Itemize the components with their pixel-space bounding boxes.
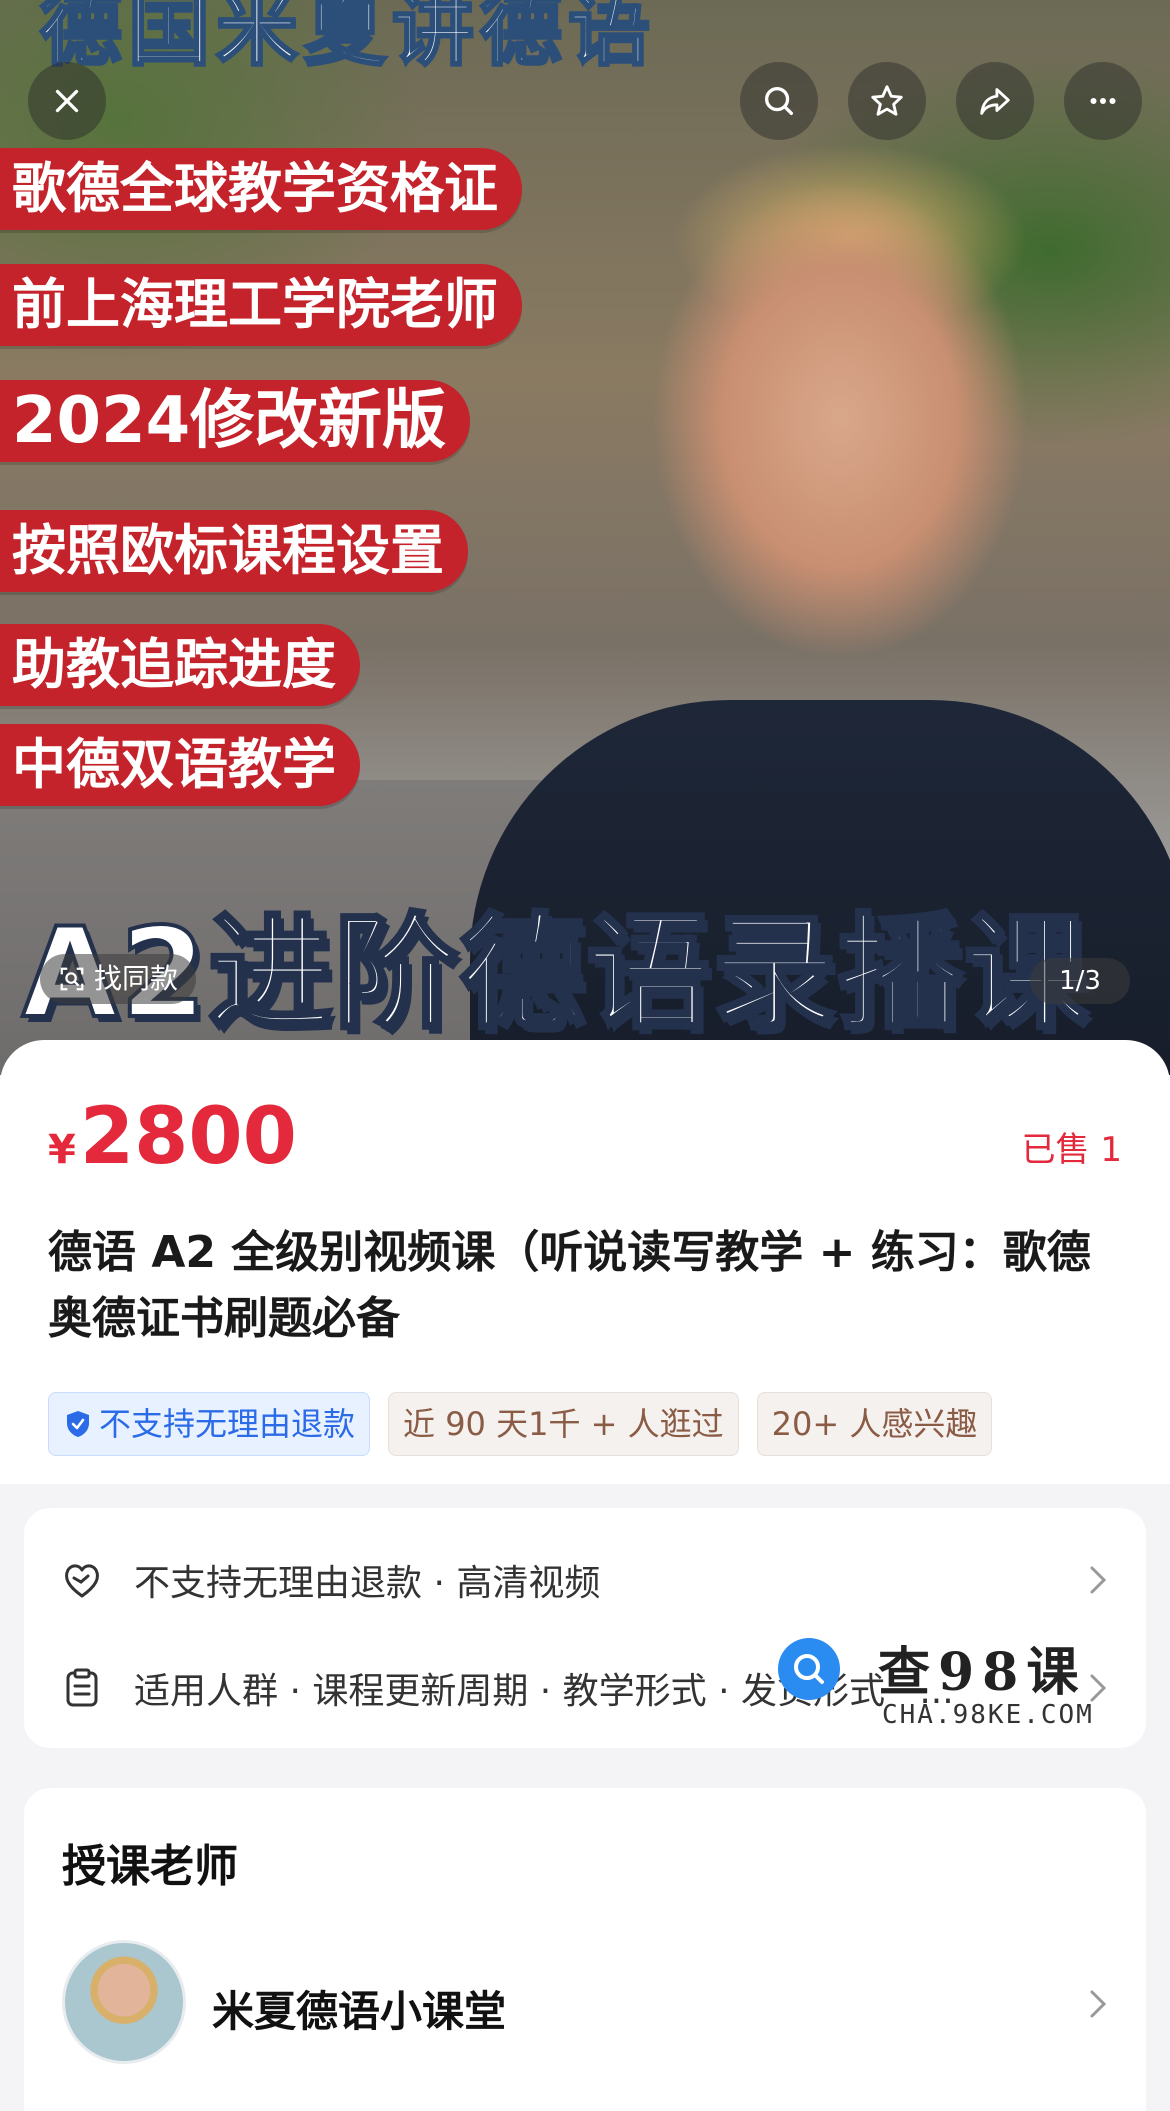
search-button[interactable]	[740, 62, 818, 140]
teacher-name[interactable]: 米夏德语小课堂	[212, 1978, 506, 2039]
favorite-button[interactable]	[848, 62, 926, 140]
price: ¥ 2800	[48, 1092, 297, 1182]
service-guarantee-text: 不支持无理由退款 · 高清视频	[134, 1563, 601, 1604]
product-summary-card: ¥ 2800 已售 1 德语 A2 全级别视频课（听说读写教学 + 练习：歌德奥…	[0, 1040, 1170, 1484]
shield-check-icon	[67, 1411, 89, 1437]
image-pager: 1/3	[1030, 958, 1130, 1004]
promo-tag: 歌德全球教学资格证	[0, 148, 522, 230]
watermark: 查98课 CHA.98KE.COM	[778, 1628, 1108, 1738]
find-same-label: 找同款	[94, 962, 179, 995]
clipboard-icon	[66, 1668, 98, 1707]
interest-badge: 20+ 人感兴趣	[756, 1392, 993, 1456]
star-icon	[871, 85, 903, 116]
search-icon	[764, 86, 794, 116]
course-banner-title: A2进阶德语录播课	[20, 900, 1091, 1048]
badge-row: 不支持无理由退款 近 90 天1千 + 人逛过 20+ 人感兴趣	[48, 1392, 993, 1456]
visits-badge: 近 90 天1千 + 人逛过	[388, 1392, 739, 1456]
sold-count: 已售 1	[1021, 1130, 1122, 1170]
price-value: 2800	[79, 1092, 297, 1182]
promo-tag: 按照欧标课程设置	[0, 510, 468, 592]
watermark-logo-icon	[778, 1638, 840, 1700]
product-image-carousel[interactable]: 德国米夏讲德语 歌德全球教学资格证 前上海理工学院老师 2024修改新版 按照欧…	[0, 0, 1170, 1075]
refund-policy-badge[interactable]: 不支持无理由退款	[48, 1392, 371, 1456]
teacher-section-title: 授课老师	[62, 1841, 238, 1892]
find-same-button[interactable]: 找同款	[40, 954, 197, 1004]
promo-tag: 中德双语教学	[0, 724, 360, 806]
chevron-right-icon[interactable]	[1084, 1986, 1110, 2022]
promo-tag: 助教追踪进度	[0, 624, 360, 706]
scan-icon	[60, 967, 84, 991]
heart-shield-icon	[65, 1564, 99, 1598]
chevron-right-icon	[1090, 1566, 1107, 1594]
promo-tag: 前上海理工学院老师	[0, 264, 522, 346]
currency-symbol: ¥	[48, 1127, 76, 1173]
product-title: 德语 A2 全级别视频课（听说读写教学 + 练习：歌德奥德证书刷题必备	[48, 1227, 1091, 1344]
teacher-card: 授课老师 米夏德语小课堂	[24, 1788, 1146, 2111]
watermark-url: CHA.98KE.COM	[882, 1700, 1094, 1730]
teacher-avatar[interactable]	[62, 1940, 186, 2064]
more-icon	[1090, 97, 1116, 105]
watermark-text: 查98课	[878, 1642, 1087, 1703]
badge-label: 不支持无理由退款	[99, 1405, 356, 1443]
badge-label: 近 90 天1千 + 人逛过	[403, 1405, 724, 1443]
badge-label: 20+ 人感兴趣	[771, 1405, 978, 1443]
close-icon	[55, 89, 79, 113]
promo-tag: 2024修改新版	[0, 380, 471, 462]
service-info-card: 不支持无理由退款 · 高清视频 适用人群 · 课程更新周期 · 教学形式 · 发…	[24, 1508, 1146, 1748]
close-button[interactable]	[28, 62, 106, 140]
share-icon	[980, 88, 1010, 115]
more-button[interactable]	[1064, 62, 1142, 140]
share-button[interactable]	[956, 62, 1034, 140]
service-guarantee-row[interactable]: 不支持无理由退款 · 高清视频	[60, 1550, 1110, 1610]
